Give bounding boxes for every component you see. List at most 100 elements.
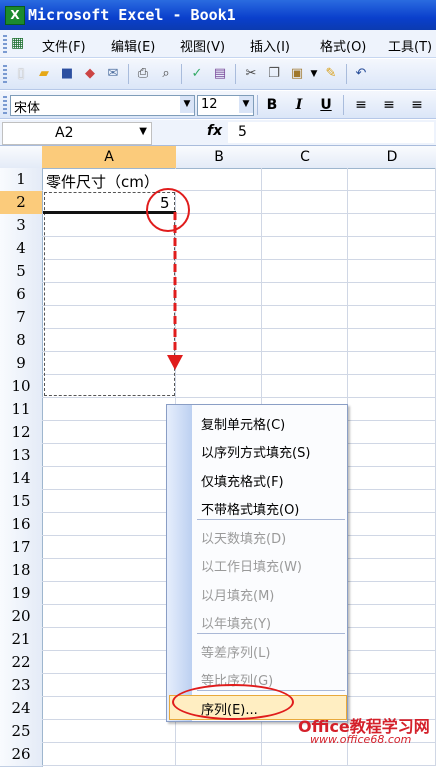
menu-separator bbox=[197, 633, 345, 634]
column-header-b[interactable]: B bbox=[176, 146, 263, 169]
name-box-value: A2 bbox=[55, 125, 74, 141]
column-header-a[interactable]: A bbox=[42, 146, 177, 169]
new-icon[interactable]: ▯ bbox=[12, 65, 30, 83]
title-bar: X Microsoft Excel - Book1 bbox=[0, 0, 436, 30]
standard-toolbar: ▯ ▰ ■ ◆ ✉ ⎙ ⌕ ✓ ▤ ✂ ❐ ▣ ▼ ✎ ↶ bbox=[0, 59, 436, 90]
row-header[interactable]: 4 bbox=[0, 237, 43, 261]
row-header[interactable]: 3 bbox=[0, 214, 43, 238]
underline-button[interactable]: U bbox=[317, 96, 335, 114]
align-right-icon[interactable]: ≡ bbox=[408, 96, 426, 114]
menu-item[interactable]: 以月填充(M) bbox=[201, 585, 274, 604]
italic-button[interactable]: I bbox=[290, 96, 308, 114]
menu-edit[interactable]: 编辑(E) bbox=[111, 36, 155, 55]
save-icon[interactable]: ■ bbox=[58, 65, 76, 83]
column-header-d[interactable]: D bbox=[348, 146, 436, 169]
window-title: Microsoft Excel - Book1 bbox=[28, 6, 236, 24]
name-box[interactable]: A2 ▼ bbox=[2, 122, 152, 145]
toolbar-separator bbox=[343, 95, 344, 115]
menu-item[interactable]: 以年填充(Y) bbox=[201, 613, 271, 632]
workbook-icon[interactable]: ▦ bbox=[11, 35, 24, 51]
formula-input[interactable]: 5 bbox=[228, 122, 434, 143]
formula-bar: A2 ▼ fx 5 bbox=[0, 120, 436, 146]
cut-icon[interactable]: ✂ bbox=[242, 65, 260, 83]
paste-icon[interactable]: ▣ bbox=[288, 65, 306, 83]
toolbar-grip[interactable] bbox=[3, 65, 7, 85]
row-header[interactable]: 18 bbox=[0, 559, 43, 583]
menu-item[interactable]: 以工作日填充(W) bbox=[201, 556, 302, 575]
email-icon[interactable]: ✉ bbox=[104, 65, 122, 83]
row-header[interactable]: 22 bbox=[0, 651, 43, 675]
row-header[interactable]: 26 bbox=[0, 743, 43, 767]
row-header[interactable]: 23 bbox=[0, 674, 43, 698]
row-header[interactable]: 11 bbox=[0, 398, 43, 422]
insert-function-icon[interactable]: fx bbox=[207, 123, 222, 139]
row-header[interactable]: 13 bbox=[0, 444, 43, 468]
menu-item[interactable]: 等差序列(L) bbox=[201, 642, 270, 661]
toolbar-separator bbox=[128, 64, 129, 84]
row-header[interactable]: 10 bbox=[0, 375, 43, 399]
toolbar-separator bbox=[181, 64, 182, 84]
paste-dropdown-icon[interactable]: ▼ bbox=[305, 65, 323, 83]
copy-icon[interactable]: ❐ bbox=[265, 65, 283, 83]
undo-icon[interactable]: ↶ bbox=[352, 65, 370, 83]
row-header[interactable]: 21 bbox=[0, 628, 43, 652]
font-name-combo[interactable]: 宋体 ▼ bbox=[10, 95, 195, 116]
excel-app-icon: X bbox=[5, 6, 25, 25]
research-icon[interactable]: ▤ bbox=[211, 65, 229, 83]
site-watermark: Office教程学习网 www.office68.com bbox=[296, 712, 436, 748]
print-icon[interactable]: ⎙ bbox=[134, 65, 152, 83]
bold-button[interactable]: B bbox=[263, 96, 281, 114]
row-gridline bbox=[42, 765, 436, 766]
watermark-url: www.office68.com bbox=[310, 733, 412, 746]
row-header[interactable]: 14 bbox=[0, 467, 43, 491]
menu-view[interactable]: 视图(V) bbox=[180, 36, 225, 55]
spelling-icon[interactable]: ✓ bbox=[188, 65, 206, 83]
row-header[interactable]: 9 bbox=[0, 352, 43, 376]
row-header[interactable]: 5 bbox=[0, 260, 43, 284]
row-header[interactable]: 19 bbox=[0, 582, 43, 606]
row-header[interactable]: 7 bbox=[0, 306, 43, 330]
align-center-icon[interactable]: ≡ bbox=[380, 96, 398, 114]
row-header[interactable]: 15 bbox=[0, 490, 43, 514]
menu-item[interactable]: 复制单元格(C) bbox=[201, 414, 285, 433]
permission-icon[interactable]: ◆ bbox=[81, 65, 99, 83]
row-header[interactable]: 17 bbox=[0, 536, 43, 560]
menu-item[interactable]: 不带格式填充(O) bbox=[201, 499, 299, 518]
toolbar-grip[interactable] bbox=[3, 96, 7, 114]
row-header[interactable]: 25 bbox=[0, 720, 43, 744]
menu-insert[interactable]: 插入(I) bbox=[250, 36, 290, 55]
annotation-ellipse bbox=[172, 684, 294, 720]
menu-item[interactable]: 以序列方式填充(S) bbox=[201, 442, 310, 461]
chevron-down-icon[interactable]: ▼ bbox=[180, 96, 194, 113]
font-size-value: 12 bbox=[201, 97, 218, 112]
row-header[interactable]: 1 bbox=[0, 168, 43, 192]
chevron-down-icon[interactable]: ▼ bbox=[239, 96, 253, 113]
cell-a1-value: 零件尺寸（cm） bbox=[46, 173, 159, 191]
menu-file[interactable]: 文件(F) bbox=[42, 36, 86, 55]
row-header[interactable]: 20 bbox=[0, 605, 43, 629]
format-painter-icon[interactable]: ✎ bbox=[322, 65, 340, 83]
menu-item[interactable]: 仅填充格式(F) bbox=[201, 471, 284, 490]
row-header[interactable]: 24 bbox=[0, 697, 43, 721]
row-gridline bbox=[42, 397, 436, 398]
row-header[interactable]: 12 bbox=[0, 421, 43, 445]
chevron-down-icon[interactable]: ▼ bbox=[139, 126, 147, 137]
print-preview-icon[interactable]: ⌕ bbox=[157, 65, 175, 83]
select-all-corner[interactable] bbox=[0, 146, 43, 169]
column-header-c[interactable]: C bbox=[262, 146, 349, 169]
toolbar-separator bbox=[235, 64, 236, 84]
menu-format[interactable]: 格式(O) bbox=[320, 36, 366, 55]
row-header[interactable]: 6 bbox=[0, 283, 43, 307]
menu-item[interactable]: 以天数填充(D) bbox=[201, 528, 286, 547]
font-size-combo[interactable]: 12 ▼ bbox=[197, 95, 254, 116]
open-icon[interactable]: ▰ bbox=[35, 65, 53, 83]
row-header[interactable]: 8 bbox=[0, 329, 43, 353]
menu-tools[interactable]: 工具(T) bbox=[388, 36, 432, 55]
auto-fill-context-menu: 复制单元格(C) 以序列方式填充(S) 仅填充格式(F) 不带格式填充(O) 以天数填充… bbox=[166, 404, 348, 722]
menu-separator bbox=[197, 519, 345, 520]
row-header[interactable]: 2 bbox=[0, 191, 43, 215]
align-left-icon[interactable]: ≡ bbox=[352, 96, 370, 114]
row-header[interactable]: 16 bbox=[0, 513, 43, 537]
font-name-value: 宋体 bbox=[14, 101, 41, 116]
menu-grip[interactable] bbox=[3, 35, 7, 53]
